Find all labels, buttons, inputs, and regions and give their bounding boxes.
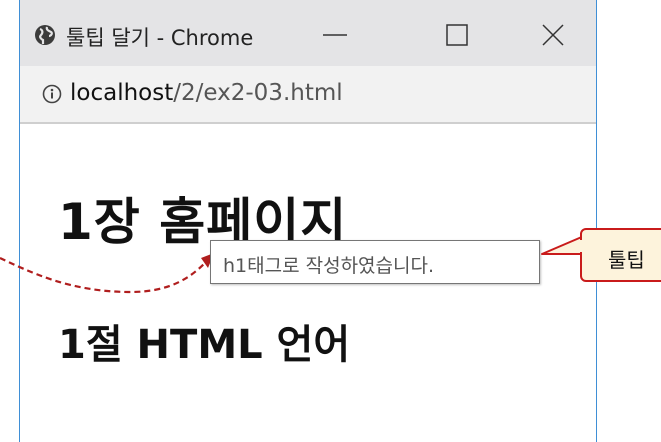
tooltip-text: h1태그로 작성하였습니다. [223, 255, 435, 277]
window-title: 툴팁 달기 - Chrome [66, 26, 254, 50]
url-text[interactable]: localhost/2/ex2-03.html [70, 80, 343, 106]
close-icon [542, 24, 564, 46]
minimize-icon [323, 34, 347, 36]
tooltip: h1태그로 작성하였습니다. [210, 240, 540, 284]
browser-window: 툴팁 달기 - Chrome localhost/2/ex2-03.html 1… [19, 0, 597, 442]
annotation-callout: 툴팁 [580, 228, 661, 282]
title-bar[interactable]: 툴팁 달기 - Chrome [20, 0, 596, 66]
annotation-label: 툴팁 [608, 248, 645, 272]
info-icon[interactable] [42, 84, 62, 104]
globe-icon [34, 24, 56, 46]
maximize-icon [446, 24, 468, 46]
minimize-button[interactable] [312, 14, 358, 56]
page-heading-h2: 1절 HTML 언어 [58, 322, 351, 368]
maximize-button[interactable] [434, 14, 480, 56]
url-host: localhost [70, 80, 174, 106]
close-button[interactable] [530, 14, 576, 56]
url-path: /2/ex2-03.html [173, 80, 343, 106]
